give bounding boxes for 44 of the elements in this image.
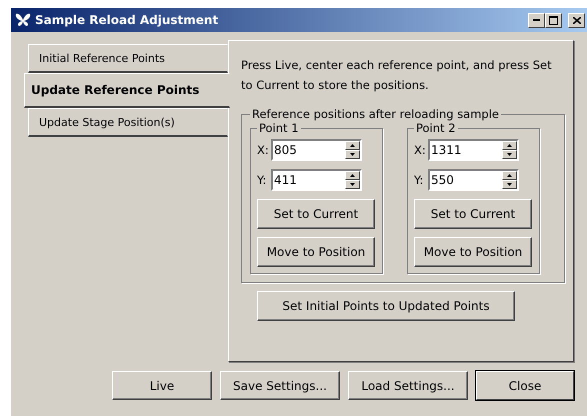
point-button[interactable]: Move to Position — [257, 237, 375, 267]
up-arrow-icon — [507, 144, 512, 147]
tab[interactable]: Initial Reference Points — [28, 44, 228, 73]
instructions-text: Press Live, center each reference point, and press Set to Current to store the positions. — [241, 57, 553, 94]
down-arrow-icon — [507, 183, 512, 186]
maximize-button[interactable] — [545, 12, 562, 28]
spin-up-button[interactable] — [502, 171, 517, 180]
down-arrow-icon — [507, 153, 512, 156]
close-button[interactable] — [568, 12, 585, 28]
tab[interactable]: Update Stage Position(s) — [28, 108, 228, 137]
spin-down-button[interactable] — [502, 150, 517, 159]
maximize-icon — [549, 16, 558, 24]
spin-down-button[interactable] — [345, 180, 360, 189]
point-button[interactable]: Set to Current — [414, 199, 532, 229]
point-button[interactable]: Move to Position — [414, 237, 532, 267]
minimize-button[interactable] — [528, 12, 545, 28]
up-arrow-icon — [350, 144, 355, 147]
spin-up-button[interactable] — [345, 141, 360, 150]
dialog-button[interactable]: Load Settings... — [348, 371, 468, 400]
spin-up-button[interactable] — [502, 141, 517, 150]
up-arrow-icon — [350, 174, 355, 177]
field-label: X: — [414, 143, 426, 157]
dialog-button[interactable]: Save Settings... — [220, 371, 340, 400]
up-arrow-icon — [507, 174, 512, 177]
spin-down-button[interactable] — [502, 180, 517, 189]
group-title: Point 2 — [415, 121, 457, 135]
tab[interactable]: Update Reference Points — [24, 73, 230, 108]
point-button[interactable]: Set to Current — [257, 199, 375, 229]
dialog-button[interactable]: Live — [112, 371, 212, 400]
spin-down-button[interactable] — [345, 150, 360, 159]
butterfly-icon — [15, 13, 31, 27]
down-arrow-icon — [350, 183, 355, 186]
group-title: Point 1 — [258, 121, 300, 135]
field-label: Y: — [414, 173, 424, 187]
spin-up-button[interactable] — [345, 171, 360, 180]
field-label: Y: — [257, 173, 268, 187]
minimize-icon — [533, 19, 540, 21]
dialog-button[interactable]: Close — [476, 371, 574, 400]
field-label: X: — [257, 143, 269, 157]
down-arrow-icon — [350, 153, 355, 156]
update-points-button[interactable]: Set Initial Points to Updated Points — [257, 291, 515, 321]
window-title: Sample Reload Adjustment — [35, 13, 220, 27]
close-icon — [572, 16, 580, 24]
group-title: Reference positions after reloading sample — [251, 107, 500, 121]
